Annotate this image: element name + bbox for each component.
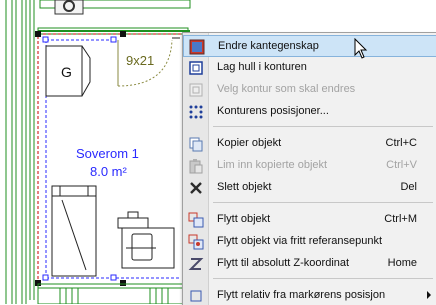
menu-item-label: Velg kontur som skal endres [217,83,356,95]
delete-icon [190,182,202,194]
menu-separator [213,202,433,203]
z-coordinate-icon [188,258,204,270]
menu-item-copy-object[interactable]: Kopier objekt Ctrl+C [183,133,436,155]
menu-item-move-via-reference[interactable]: Flytt objekt via fritt referansepunkt [183,231,436,253]
menu-item-shortcut: Home [387,257,417,269]
mouse-pointer-icon [354,38,368,59]
menu-item-label: Lim inn kopierte objekt [217,159,328,171]
wardrobe-label: G [61,64,72,80]
menu-item-select-contour: Velg kontur som skal endres [183,79,436,101]
menu-item-paste-object: Lim inn kopierte objekt Ctrl+V [183,155,436,177]
menu-separator [213,278,433,279]
menu-item-label: Lag hull i konturen [217,61,307,73]
room-area: 8.0 m² [90,164,127,179]
context-menu: Endre kantegenskap Lag hull i konturen V… [182,32,436,305]
door-label: 9x21 [126,53,154,68]
menu-item-shortcut: Ctrl+M [384,213,417,225]
contour-positions-icon [189,105,203,119]
submenu-arrow-icon [427,291,431,299]
menu-item-label: Slett objekt [217,181,272,193]
make-hole-icon [189,61,203,75]
menu-item-label: Kopier objekt [217,137,282,149]
menu-item-edit-edge-properties[interactable]: Endre kantegenskap [183,35,436,57]
menu-item-move-object[interactable]: Flytt objekt Ctrl+M [183,209,436,231]
move-icon [188,212,204,228]
move-relative-icon [190,290,202,302]
menu-item-label: Endre kantegenskap [218,40,319,52]
select-contour-icon [189,83,203,97]
menu-item-label: Flytt objekt [217,213,271,225]
menu-item-delete-object[interactable]: Slett objekt Del [183,177,436,199]
menu-item-label: Flytt relativ fra markørens posisjon [217,289,386,301]
menu-item-contour-positions[interactable]: Konturens posisjoner... [183,101,436,123]
move-reference-icon [188,234,204,250]
menu-item-move-relative[interactable]: Flytt relativ fra markørens posisjon [183,285,436,305]
menu-item-shortcut: Ctrl+C [385,137,417,149]
menu-item-label: Konturens posisjoner... [217,105,329,117]
menu-item-shortcut: Ctrl+V [386,159,417,171]
copy-icon [189,137,203,152]
room-name: Soverom 1 [76,146,139,161]
menu-item-make-hole[interactable]: Lag hull i konturen [183,57,436,79]
edge-properties-icon [189,39,205,55]
menu-item-shortcut: Del [400,181,417,193]
menu-separator [213,126,433,127]
paste-icon [189,159,203,174]
menu-item-label: Flytt til absolutt Z-koordinat [217,257,350,269]
menu-item-move-absolute-z[interactable]: Flytt til absolutt Z-koordinat Home [183,253,436,275]
menu-item-label: Flytt objekt via fritt referansepunkt [217,235,383,247]
bed[interactable] [51,185,97,277]
